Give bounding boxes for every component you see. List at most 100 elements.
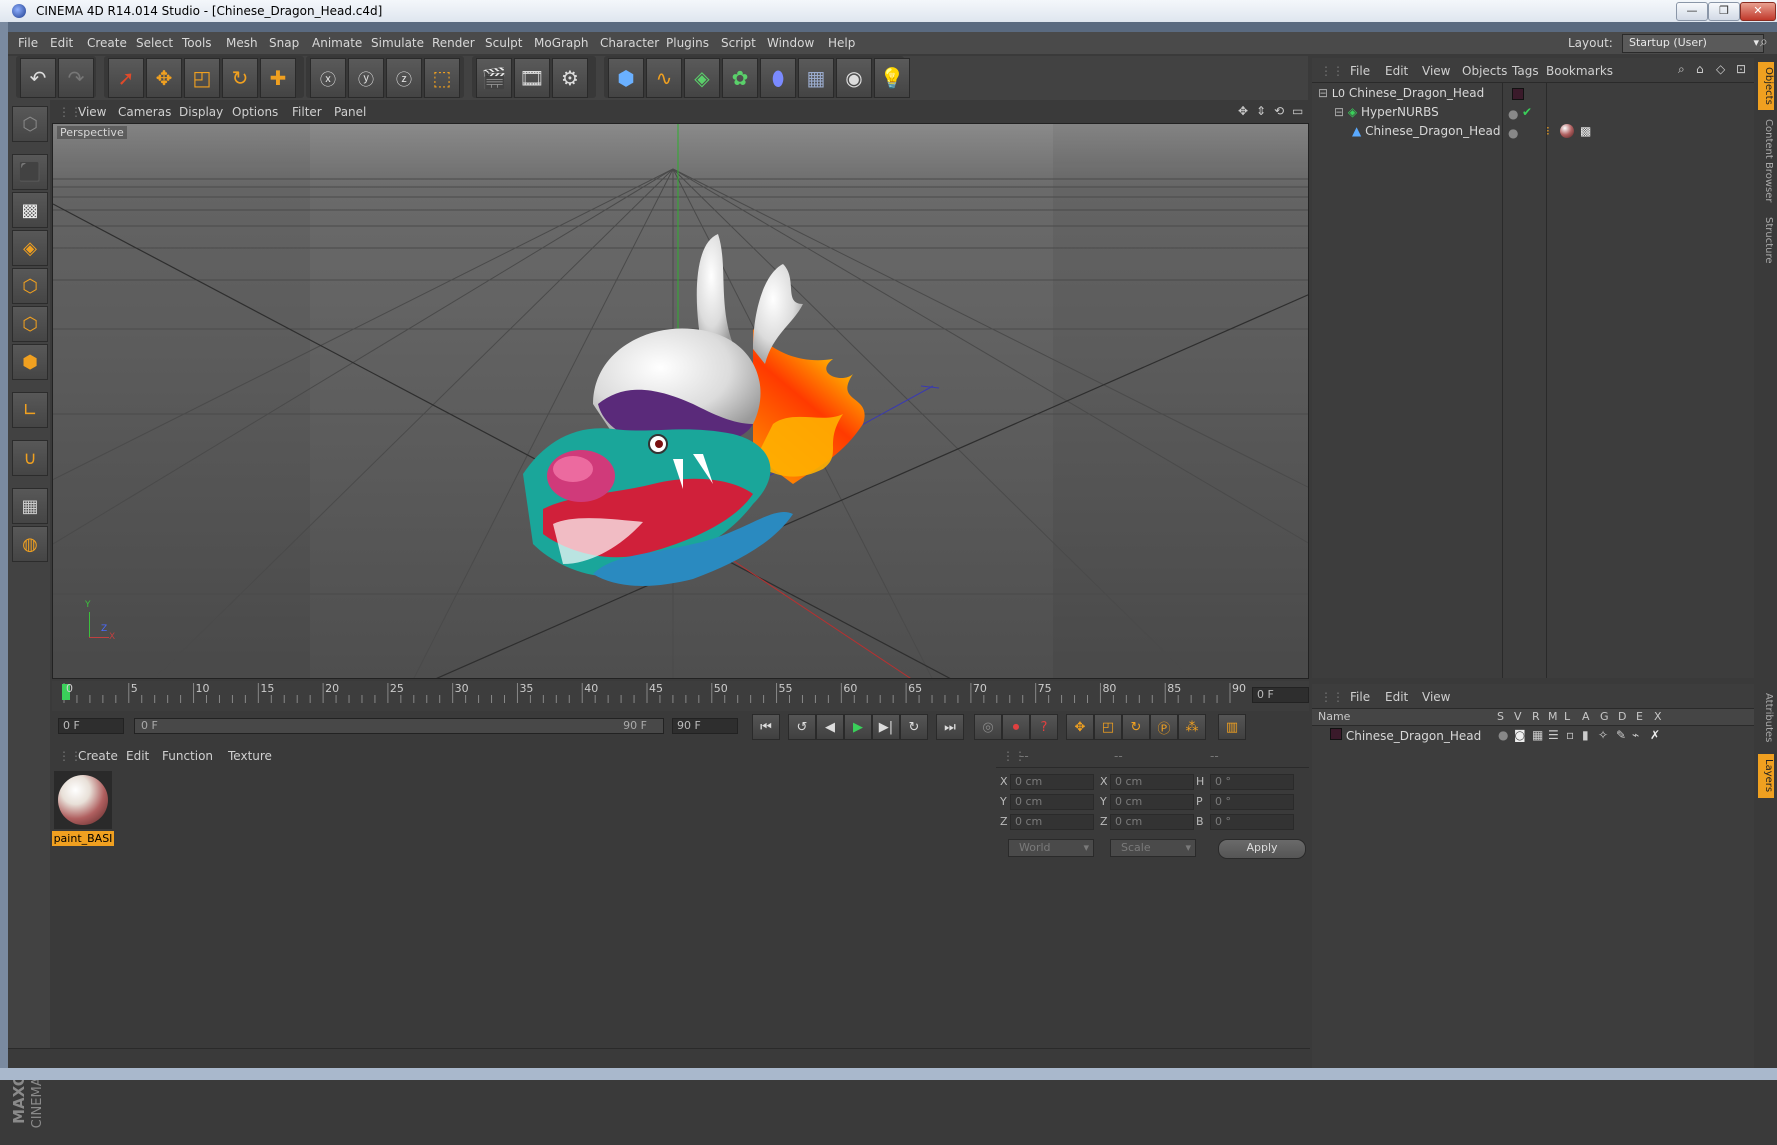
record-active-objects-icon[interactable]: ◎ [974, 714, 1002, 740]
apply-button[interactable]: Apply [1218, 839, 1306, 859]
menu-snap[interactable]: Snap [269, 36, 299, 50]
axis-mode-icon[interactable]: ∟ [12, 392, 48, 428]
points-mode-icon[interactable]: ⬡ [12, 268, 48, 304]
y-axis-lock-icon[interactable]: ⓨ [348, 58, 384, 98]
tab-attributes[interactable]: Attributes [1758, 688, 1774, 748]
menu-mesh[interactable]: Mesh [226, 36, 258, 50]
size-y-field[interactable]: 0 cm [1110, 794, 1194, 810]
texture-mode-icon[interactable]: ▩ [12, 192, 48, 228]
minimize-button[interactable]: — [1676, 2, 1708, 21]
menu-select[interactable]: Select [136, 36, 173, 50]
material-menu-create[interactable]: Create [78, 749, 118, 763]
home-icon[interactable]: ⌂ [1696, 62, 1704, 76]
layout-dropdown[interactable]: Startup (User) ▾ [1622, 34, 1764, 53]
object-menu-objects[interactable]: Objects [1462, 64, 1507, 78]
go-to-start-icon[interactable]: ⏮ [752, 714, 780, 740]
tab-objects[interactable]: Objects [1758, 62, 1774, 110]
viewport-rotate-icon[interactable]: ⟲ [1274, 104, 1284, 118]
rot-b-field[interactable]: 0 ° [1210, 814, 1294, 830]
menu-tools[interactable]: Tools [182, 36, 212, 50]
workplane-mode-icon[interactable]: ◈ [12, 230, 48, 266]
render-view-icon[interactable]: 🎬 [476, 58, 512, 98]
edges-mode-icon[interactable]: ⬡ [12, 306, 48, 342]
z-axis-lock-icon[interactable]: ⓩ [386, 58, 422, 98]
material-tag-icon[interactable] [1560, 124, 1574, 138]
object-row[interactable]: ▲ Chinese_Dragon_Head ● ⁝ ▩ [1352, 124, 1748, 142]
menu-sculpt[interactable]: Sculpt [485, 36, 522, 50]
next-frame-icon[interactable]: ▶| [872, 714, 900, 740]
rotate-icon[interactable]: ↻ [222, 58, 258, 98]
current-frame-field[interactable]: 0 F [1252, 687, 1309, 703]
scale-icon[interactable]: ◰ [184, 58, 220, 98]
material-menu-texture[interactable]: Texture [228, 749, 272, 763]
move-icon[interactable]: ✥ [146, 58, 182, 98]
keyframe-selection-icon[interactable]: ? [1030, 714, 1058, 740]
object-menu-edit[interactable]: Edit [1385, 64, 1408, 78]
column-generators[interactable]: G [1600, 710, 1609, 723]
layer-menu-file[interactable]: File [1350, 690, 1370, 704]
menu-plugins[interactable]: Plugins [666, 36, 709, 50]
material-menu-edit[interactable]: Edit [126, 749, 149, 763]
model-mode-icon[interactable]: ⬛ [12, 154, 48, 190]
spline-icon[interactable]: ∿ [646, 58, 682, 98]
coordinate-mode-dropdown[interactable]: Scale ▾ [1110, 839, 1196, 857]
menu-mograph[interactable]: MoGraph [534, 36, 589, 50]
layer-menu-view[interactable]: View [1422, 690, 1450, 704]
layer-xref-icon[interactable]: ✗ [1650, 728, 1660, 742]
go-to-end-icon[interactable]: ⏭ [936, 714, 964, 740]
expand-icon[interactable]: ⊟ [1318, 86, 1328, 100]
viewport-menu-panel[interactable]: Panel [334, 105, 366, 119]
column-deformers[interactable]: D [1618, 710, 1626, 723]
layer-generators-icon[interactable]: ✧ [1598, 728, 1608, 742]
3d-viewport[interactable]: Perspective Y Z X [52, 123, 1309, 679]
object-menu-file[interactable]: File [1350, 64, 1370, 78]
layer-view-icon[interactable]: ◙ [1514, 728, 1526, 742]
frame-range-slider[interactable]: 0 F 90 F [134, 718, 664, 734]
array-icon[interactable]: ✿ [722, 58, 758, 98]
enabled-check-icon[interactable]: ✔ [1522, 105, 1532, 119]
uvw-tag-icon[interactable]: ▩ [1580, 124, 1591, 138]
viewport-menu-view[interactable]: View [78, 105, 106, 119]
layer-menu-edit[interactable]: Edit [1385, 690, 1408, 704]
object-row[interactable]: ⊟ L0 Chinese_Dragon_Head [1318, 86, 1748, 104]
record-parameter-icon[interactable]: Ⓟ [1150, 714, 1178, 740]
play-icon[interactable]: ▶ [844, 714, 872, 740]
material-swatch[interactable]: paint_BASI [52, 771, 114, 847]
add-object-icon[interactable]: ✚ [260, 58, 296, 98]
rot-h-field[interactable]: 0 ° [1210, 774, 1294, 790]
layer-solo-icon[interactable]: ● [1498, 728, 1508, 742]
menu-edit[interactable]: Edit [50, 36, 73, 50]
viewport-menu-filter[interactable]: Filter [292, 105, 322, 119]
column-manager[interactable]: M [1548, 710, 1558, 723]
next-key-icon[interactable]: ↻ [900, 714, 928, 740]
x-axis-lock-icon[interactable]: ⓧ [310, 58, 346, 98]
layer-row[interactable]: Chinese_Dragon_Head ● ◙ ▦ ☰ ▫ ▮ ✧ ✎ ⌁ ✗ [1330, 728, 1750, 746]
end-frame-field[interactable]: 90 F [672, 718, 738, 734]
redo-icon[interactable]: ↷ [58, 58, 94, 98]
menu-character[interactable]: Character [600, 36, 659, 50]
deformer-icon[interactable]: ⬮ [760, 58, 796, 98]
camera-icon[interactable]: ◉ [836, 58, 872, 98]
timeline-window-icon[interactable]: ▥ [1218, 714, 1246, 740]
column-animation[interactable]: A [1582, 710, 1590, 723]
tab-structure[interactable]: Structure [1758, 212, 1774, 268]
record-scale-icon[interactable]: ◰ [1094, 714, 1122, 740]
viewport-pan-icon[interactable]: ✥ [1238, 104, 1248, 118]
layer-color-swatch[interactable] [1330, 728, 1342, 740]
column-locked[interactable]: L [1564, 710, 1570, 723]
live-selection-icon[interactable]: ➚ [108, 58, 144, 98]
light-icon[interactable]: 💡 [874, 58, 910, 98]
autokeying-icon[interactable]: ⏺ [1002, 714, 1030, 740]
object-menu-bookmarks[interactable]: Bookmarks [1546, 64, 1613, 78]
new-panel-icon[interactable]: ⊡ [1736, 62, 1746, 76]
menu-create[interactable]: Create [87, 36, 127, 50]
previous-key-icon[interactable]: ↺ [788, 714, 816, 740]
layer-deformers-icon[interactable]: ✎ [1616, 728, 1626, 742]
polygons-mode-icon[interactable]: ⬢ [12, 344, 48, 380]
size-z-field[interactable]: 0 cm [1110, 814, 1194, 830]
pos-x-field[interactable]: 0 cm [1010, 774, 1094, 790]
expand-icon[interactable]: ⊟ [1334, 105, 1344, 119]
workplane-lock-icon[interactable]: ▦ [12, 488, 48, 524]
search-icon[interactable]: ⌕ [1678, 62, 1685, 77]
coordinate-space-dropdown[interactable]: World ▾ [1008, 839, 1094, 857]
